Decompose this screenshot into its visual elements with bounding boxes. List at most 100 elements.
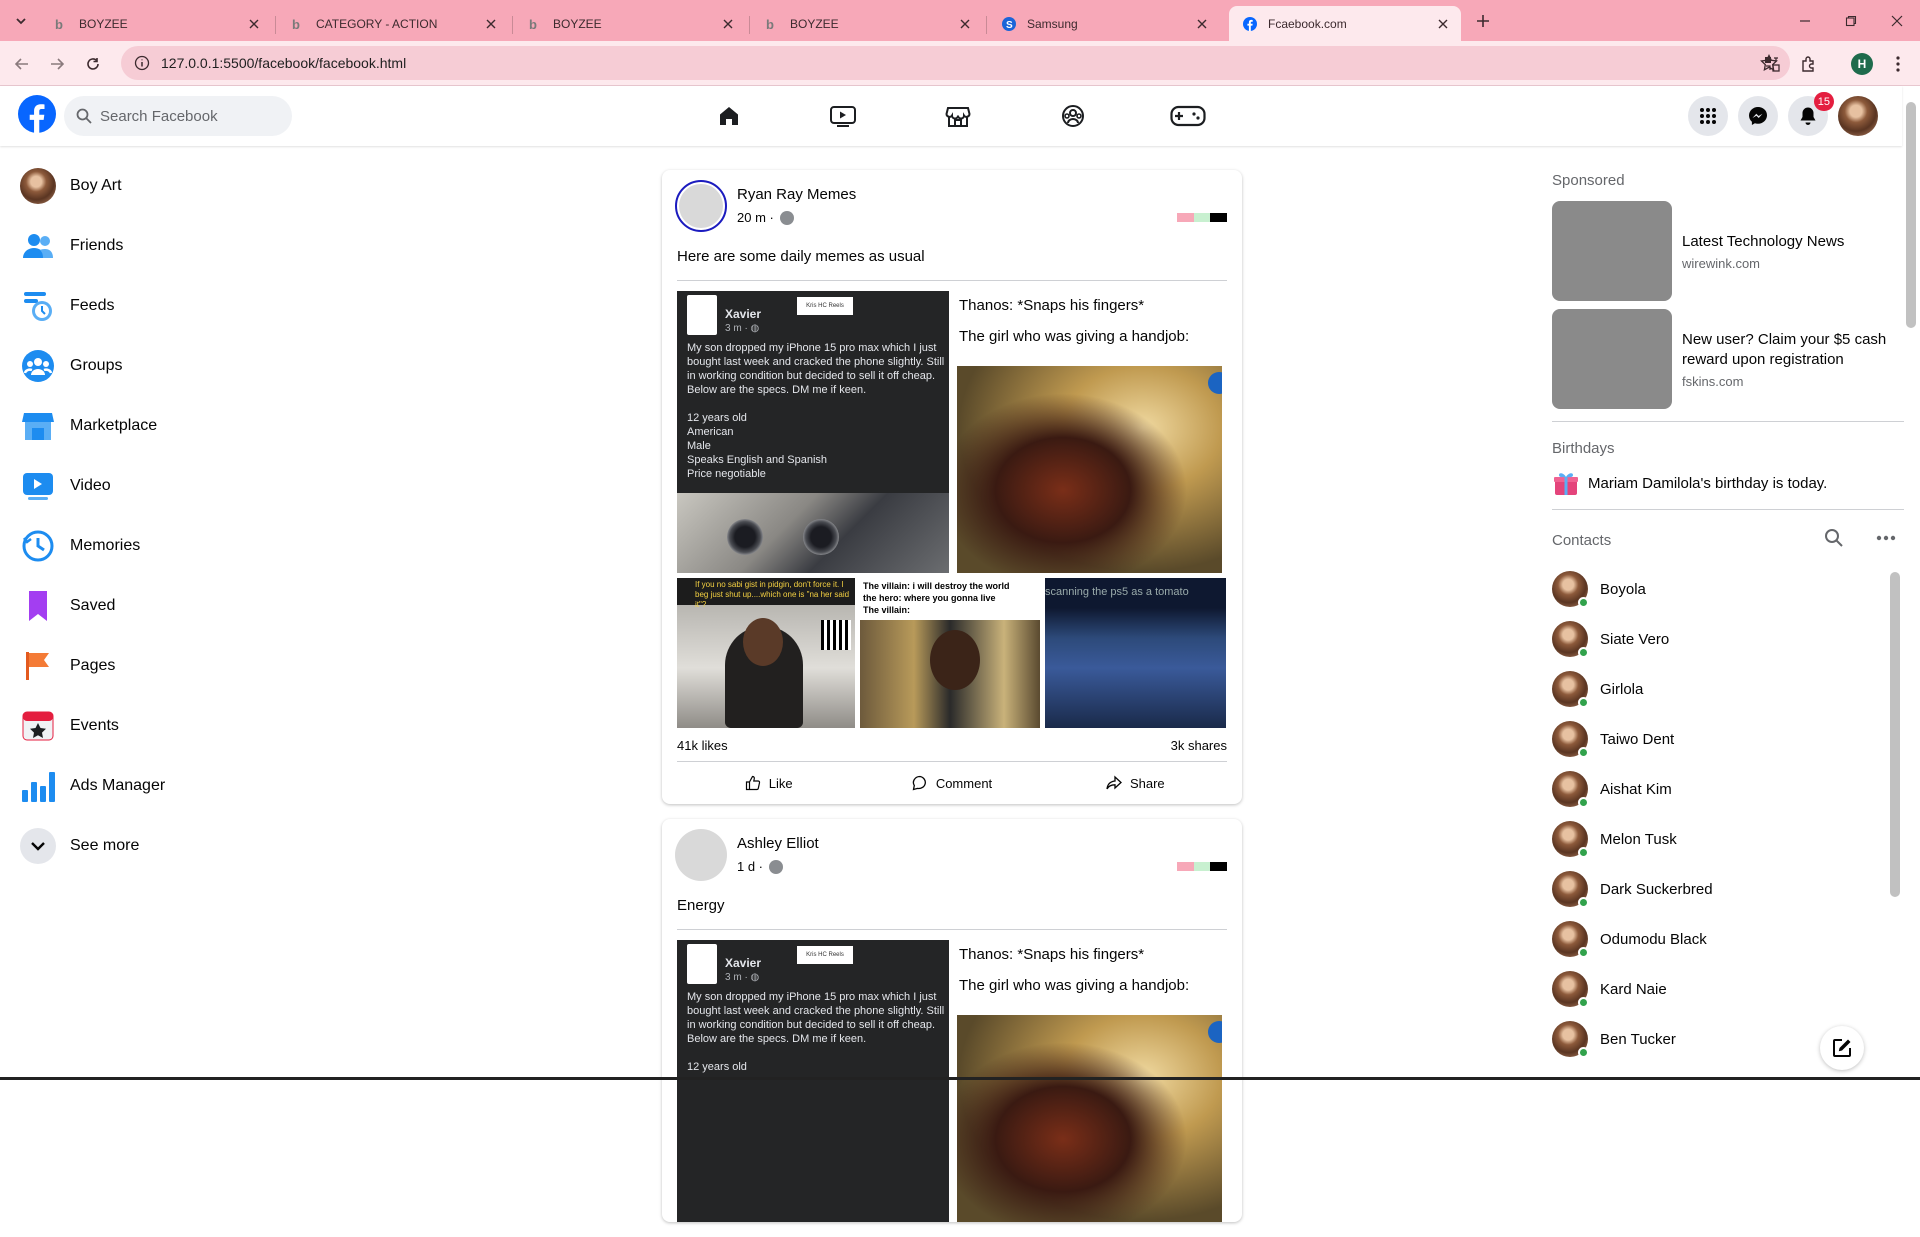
sidebar-item-video[interactable]: Video	[8, 456, 308, 516]
shares-count[interactable]: 3k shares	[1171, 738, 1227, 753]
sponsored-ad[interactable]: Latest Technology News wirewink.com	[1552, 201, 1904, 301]
nav-home[interactable]	[699, 94, 759, 138]
translate-icon[interactable]	[1759, 51, 1785, 77]
back-arrow-icon[interactable]	[8, 50, 36, 78]
birthday-notice[interactable]: Mariam Damilola's birthday is today.	[1552, 469, 1904, 497]
likes-count[interactable]: 41k likes	[677, 738, 728, 753]
grid-menu-icon	[1699, 107, 1717, 125]
browser-tab[interactable]: b CATEGORY - ACTION	[277, 6, 509, 41]
browser-tab[interactable]: b BOYZEE	[751, 6, 983, 41]
post-author-avatar[interactable]	[675, 180, 727, 232]
profile-avatar-image	[20, 168, 56, 204]
contact-item[interactable]: Taiwo Dent	[1552, 714, 1904, 764]
more-options-icon[interactable]	[1876, 528, 1896, 548]
search-icon[interactable]	[1824, 528, 1844, 548]
share-button[interactable]: Share	[1044, 775, 1227, 791]
watermark-logo	[1208, 1021, 1222, 1043]
meme-image-pidgin[interactable]: If you no sabi gist in pidgin, don't for…	[677, 578, 855, 728]
account-avatar[interactable]	[1838, 96, 1878, 136]
contact-name: Dark Suckerbred	[1600, 880, 1713, 898]
menu-grid-button[interactable]	[1688, 96, 1728, 136]
close-icon[interactable]	[720, 16, 736, 32]
contacts-scrollbar-thumb[interactable]	[1890, 572, 1900, 897]
sidebar-item-label: Saved	[70, 597, 116, 614]
meme-image-thanos[interactable]: Thanos: *Snaps his fingers* The girl who…	[949, 291, 1222, 573]
close-icon[interactable]	[483, 16, 499, 32]
post-author-name[interactable]: Ashley Elliot	[737, 835, 819, 852]
close-icon[interactable]	[246, 16, 262, 32]
sidebar-item-label: See more	[70, 837, 140, 854]
browser-tab-active[interactable]: Fcaebook.com	[1229, 6, 1461, 41]
sidebar-item-ads-manager[interactable]: Ads Manager	[8, 756, 308, 816]
post-author-name[interactable]: Ryan Ray Memes	[737, 186, 856, 203]
minimize-icon[interactable]	[1782, 0, 1828, 41]
comment-button[interactable]: Comment	[860, 775, 1043, 791]
nav-gaming[interactable]	[1158, 94, 1218, 138]
post-time[interactable]: 20 m ·	[737, 210, 774, 225]
chevron-down-icon	[20, 828, 56, 864]
address-bar[interactable]: 127.0.0.1:5500/facebook/facebook.html	[121, 46, 1790, 80]
meme-image-ps5[interactable]: scanning the ps5 as a tomato	[1045, 578, 1226, 728]
meme-image-phone-sale[interactable]: Xavier 3 m · ◍ Kris HC Reels My son drop…	[677, 940, 949, 1222]
sidebar-item-memories[interactable]: Memories	[8, 516, 308, 576]
messenger-button[interactable]	[1738, 96, 1778, 136]
page-scrollbar-thumb[interactable]	[1906, 102, 1916, 328]
post-time[interactable]: 1 d ·	[737, 859, 763, 874]
contact-item[interactable]: Kard Naie	[1552, 964, 1904, 1014]
feed-post: Ashley Elliot 1 d · Energy Xavier 3 m · …	[662, 819, 1242, 1222]
post-options-flag-icon[interactable]	[1177, 213, 1228, 222]
contact-item[interactable]: Siate Vero	[1552, 614, 1904, 664]
browser-menu-icon[interactable]	[1885, 51, 1911, 77]
close-icon[interactable]	[1435, 16, 1451, 32]
contact-item[interactable]: Aishat Kim	[1552, 764, 1904, 814]
meme-image-thanos[interactable]: Thanos: *Snaps his fingers* The girl who…	[949, 940, 1222, 1222]
nav-marketplace[interactable]	[928, 94, 988, 138]
sidebar-item-saved[interactable]: Saved	[8, 576, 308, 636]
sponsored-ad[interactable]: New user? Claim your $5 cash reward upon…	[1552, 309, 1904, 409]
nav-video[interactable]	[813, 94, 873, 138]
new-tab-icon[interactable]	[1472, 10, 1494, 32]
online-status-dot	[1578, 847, 1589, 858]
sidebar-item-marketplace[interactable]: Marketplace	[8, 396, 308, 456]
meme-caption-line2: The girl who was giving a handjob:	[959, 328, 1190, 345]
extensions-puzzle-icon[interactable]	[1796, 51, 1822, 77]
sidebar-see-more[interactable]: See more	[8, 816, 308, 876]
meme-image-villain[interactable]: The villain: i will destroy the world th…	[860, 578, 1040, 728]
sidebar-item-groups[interactable]: Groups	[8, 336, 308, 396]
browser-tab[interactable]: b BOYZEE	[514, 6, 746, 41]
restore-icon[interactable]	[1828, 0, 1874, 41]
facebook-logo-icon[interactable]	[18, 95, 56, 133]
facebook-search-field[interactable]: Search Facebook	[64, 96, 292, 136]
site-info-icon[interactable]	[133, 54, 151, 72]
contact-item[interactable]: Melon Tusk	[1552, 814, 1904, 864]
sidebar-item-events[interactable]: Events	[8, 696, 308, 756]
profile-avatar[interactable]: H	[1849, 51, 1875, 77]
camera-lens	[727, 519, 763, 555]
browser-tab[interactable]: b BOYZEE	[40, 6, 272, 41]
window-close-icon[interactable]	[1874, 0, 1920, 41]
thumbs-up-icon	[745, 775, 761, 791]
contact-item[interactable]: Boyola	[1552, 564, 1904, 614]
forward-arrow-icon[interactable]	[43, 50, 71, 78]
contact-item[interactable]: Dark Suckerbred	[1552, 864, 1904, 914]
notifications-button[interactable]: 15	[1788, 92, 1834, 136]
close-icon[interactable]	[957, 16, 973, 32]
sidebar-item-pages[interactable]: Pages	[8, 636, 308, 696]
contact-item[interactable]: Girlola	[1552, 664, 1904, 714]
meme-image-phone-sale[interactable]: Xavier 3 m · ◍ Kris HC Reels My son drop…	[677, 291, 949, 573]
browser-tab[interactable]: S Samsung	[988, 6, 1220, 41]
nav-groups[interactable]	[1043, 94, 1103, 138]
reload-icon[interactable]	[79, 50, 107, 78]
post-options-flag-icon[interactable]	[1177, 862, 1228, 871]
contact-item[interactable]: Odumodu Black	[1552, 914, 1904, 964]
new-message-button[interactable]	[1820, 1026, 1864, 1070]
sidebar-item-feeds[interactable]: Feeds	[8, 276, 308, 336]
tab-search-icon[interactable]	[10, 10, 32, 32]
post-author-avatar[interactable]	[675, 829, 727, 881]
close-icon[interactable]	[1194, 16, 1210, 32]
like-button[interactable]: Like	[677, 775, 860, 791]
pages-flag-icon	[20, 648, 56, 684]
sidebar-item-profile[interactable]: Boy Art	[8, 156, 308, 216]
share-label: Share	[1129, 775, 1165, 791]
sidebar-item-friends[interactable]: Friends	[8, 216, 308, 276]
